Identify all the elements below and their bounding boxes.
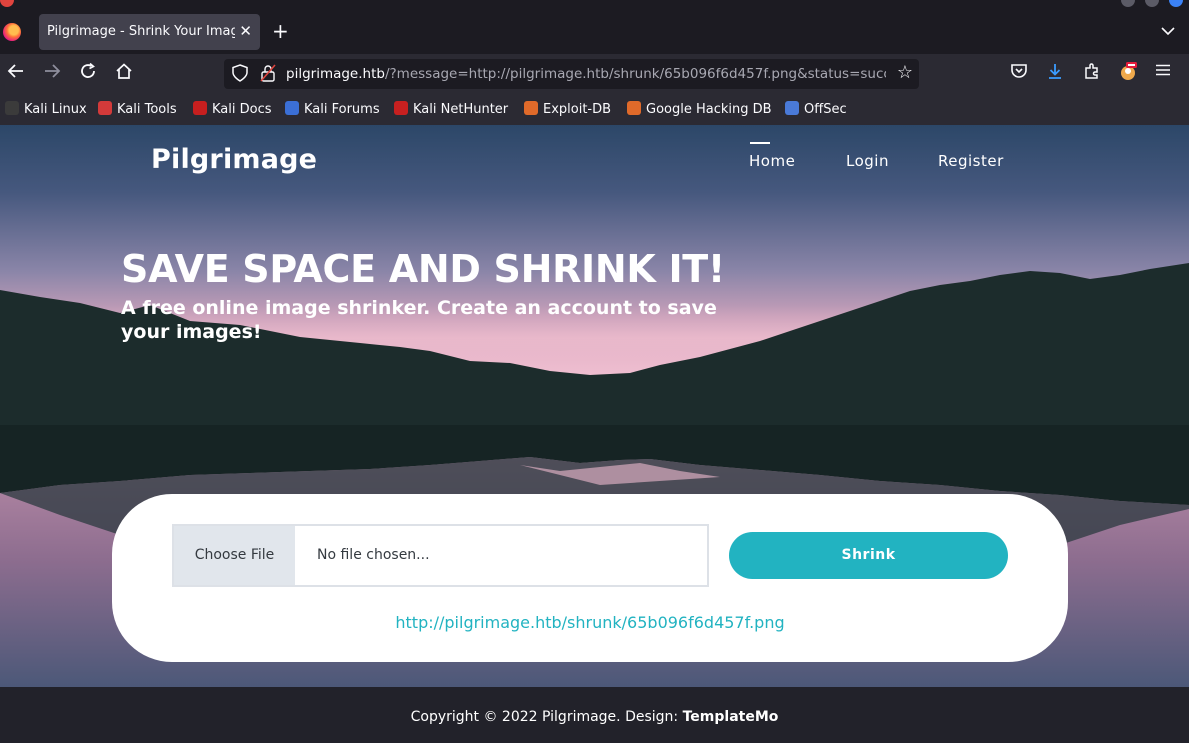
- extensions-icon[interactable]: [1083, 62, 1101, 86]
- footer-copyright-text: Copyright © 2022 Pilgrimage. Design:: [410, 709, 683, 725]
- bookmark-label: Google Hacking DB: [646, 102, 772, 117]
- pocket-icon[interactable]: [1010, 62, 1028, 86]
- bookmark-item[interactable]: Exploit-DB: [524, 101, 611, 117]
- shrink-button[interactable]: Shrink: [729, 532, 1008, 579]
- site-logo[interactable]: Pilgrimage: [151, 144, 317, 175]
- footer-credit-link[interactable]: TemplateMo: [683, 709, 779, 725]
- menu-hamburger-icon[interactable]: [1155, 62, 1171, 84]
- site-info-icon[interactable]: [260, 64, 276, 86]
- bookmark-item[interactable]: Kali Docs: [193, 101, 272, 117]
- file-input[interactable]: Choose File No file chosen...: [172, 524, 709, 587]
- kali-tools-icon: [98, 101, 112, 115]
- window-minimize-dot[interactable]: [1121, 0, 1135, 7]
- tab-list-chevron-icon[interactable]: [1161, 24, 1175, 40]
- tab-title: Pilgrimage - Shrink Your Images: [47, 24, 235, 39]
- nav-active-indicator: [750, 142, 770, 144]
- window-maximize-dot[interactable]: [1145, 0, 1159, 7]
- choose-file-button[interactable]: Choose File: [174, 526, 295, 585]
- window-titlebar: [0, 0, 1189, 10]
- window-account-dot[interactable]: [1169, 0, 1183, 7]
- bookmark-item[interactable]: Kali Tools: [98, 101, 177, 117]
- back-arrow-icon[interactable]: [7, 62, 25, 86]
- exploit-db-icon: [524, 101, 538, 115]
- bookmark-label: Kali Linux: [24, 102, 87, 117]
- bookmark-label: Kali NetHunter: [413, 102, 509, 117]
- new-tab-icon[interactable]: +: [272, 21, 289, 41]
- reload-icon[interactable]: [79, 62, 97, 86]
- bookmark-item[interactable]: Google Hacking DB: [627, 101, 772, 117]
- url-text[interactable]: pilgrimage.htb/?message=http://pilgrimag…: [286, 66, 886, 82]
- home-icon[interactable]: [115, 62, 133, 86]
- tab-close-icon[interactable]: ✕: [239, 22, 252, 40]
- downloads-icon[interactable]: [1046, 62, 1064, 86]
- nethunter-icon: [394, 101, 408, 115]
- nav-home[interactable]: Home: [749, 152, 795, 170]
- url-path: /?message=http://pilgrimage.htb/shrunk/6…: [384, 66, 886, 82]
- hero-subheadline: A free online image shrinker. Create an …: [121, 297, 717, 343]
- hero-headline: SAVE SPACE AND SHRINK IT!: [121, 247, 725, 291]
- nav-register[interactable]: Register: [938, 152, 1004, 170]
- upload-form-card: Choose File No file chosen... Shrink htt…: [112, 494, 1068, 662]
- window-close-dot[interactable]: [0, 0, 14, 7]
- ghdb-icon: [627, 101, 641, 115]
- bookmark-label: Kali Docs: [212, 102, 272, 117]
- bookmark-item[interactable]: Kali Linux: [5, 101, 87, 117]
- offsec-icon: [785, 101, 799, 115]
- bookmark-label: OffSec: [804, 102, 847, 117]
- nav-login[interactable]: Login: [846, 152, 889, 170]
- hero-section: Pilgrimage Home Login Register SAVE SPAC…: [0, 125, 1189, 687]
- bookmark-star-icon[interactable]: ☆: [897, 62, 913, 83]
- account-avatar-icon[interactable]: [1118, 62, 1138, 88]
- bookmarks-toolbar: Kali Linux Kali Tools Kali Docs Kali Forums…: [0, 94, 1189, 125]
- navigation-toolbar: pilgrimage.htb/?message=http://pilgrimag…: [0, 54, 1189, 94]
- bookmark-item[interactable]: OffSec: [785, 101, 847, 117]
- file-status-text: No file chosen...: [317, 547, 430, 563]
- forward-arrow-icon[interactable]: [43, 62, 61, 86]
- url-host: pilgrimage.htb: [286, 66, 385, 82]
- bookmark-label: Kali Forums: [304, 102, 380, 117]
- kali-docs-icon: [193, 101, 207, 115]
- shrunk-image-link[interactable]: http://pilgrimage.htb/shrunk/65b096f6d45…: [112, 613, 1068, 632]
- tab-bar: Pilgrimage - Shrink Your Images ✕ +: [0, 10, 1189, 54]
- site-footer: Copyright © 2022 Pilgrimage. Design: Tem…: [0, 687, 1189, 743]
- kali-dragon-icon: [5, 101, 19, 115]
- bookmark-item[interactable]: Kali NetHunter: [394, 101, 508, 117]
- kali-forums-icon: [285, 101, 299, 115]
- bookmark-label: Exploit-DB: [543, 102, 612, 117]
- bookmark-label: Kali Tools: [117, 102, 177, 117]
- firefox-icon: [3, 23, 21, 41]
- tracking-shield-icon[interactable]: [232, 64, 248, 86]
- bookmark-item[interactable]: Kali Forums: [285, 101, 380, 117]
- web-page: Pilgrimage Home Login Register SAVE SPAC…: [0, 125, 1189, 743]
- active-tab[interactable]: Pilgrimage - Shrink Your Images ✕: [39, 14, 260, 50]
- footer-copyright: Copyright © 2022 Pilgrimage. Design: Tem…: [411, 709, 779, 725]
- address-bar[interactable]: pilgrimage.htb/?message=http://pilgrimag…: [224, 59, 919, 89]
